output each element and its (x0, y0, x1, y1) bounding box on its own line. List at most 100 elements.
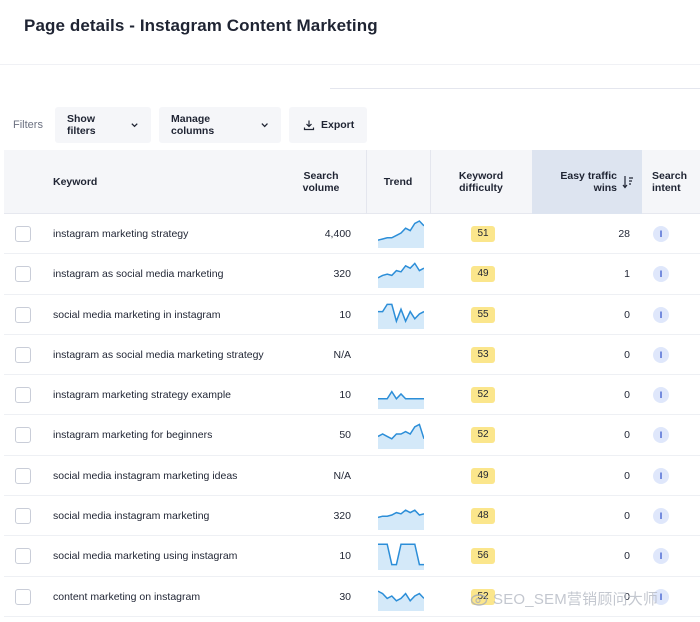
keyword-link[interactable]: social media marketing in instagram (53, 309, 221, 321)
trend-sparkline (378, 262, 424, 289)
easy-traffic-wins-value: 0 (624, 510, 630, 523)
search-volume-value: 10 (339, 389, 351, 402)
keyword-difficulty-badge: 52 (471, 387, 495, 404)
trend-sparkline (378, 303, 424, 329)
row-checkbox[interactable] (15, 387, 31, 404)
search-intent-badge[interactable]: I (653, 346, 669, 363)
keyword-link[interactable]: instagram marketing strategy example (53, 389, 231, 401)
search-volume-value: 320 (333, 510, 351, 523)
search-intent-badge[interactable]: I (653, 387, 669, 404)
weibo-logo-icon (470, 594, 488, 606)
search-intent-badge[interactable]: I (653, 508, 669, 525)
column-header-trend[interactable]: Trend (378, 150, 418, 214)
easy-traffic-wins-value: 0 (624, 389, 630, 402)
keyword-difficulty-badge: 48 (471, 508, 495, 525)
search-intent-badge[interactable]: I (653, 548, 669, 565)
trend-sparkline (378, 543, 424, 571)
table-row: instagram marketing strategy 4,400 51 28 I (4, 214, 700, 255)
keyword-link[interactable]: content marketing on instagram (53, 591, 200, 603)
trend-sparkline (378, 509, 424, 531)
column-header-keyword[interactable]: Keyword (53, 150, 97, 214)
row-checkbox[interactable] (15, 306, 31, 323)
easy-traffic-wins-label: Easy traffic wins (560, 170, 617, 194)
show-filters-button[interactable]: Show filters (55, 107, 151, 143)
download-icon (303, 120, 315, 131)
row-checkbox[interactable] (15, 226, 31, 242)
table-row: instagram marketing strategy example 10 52… (4, 375, 700, 416)
trend-sparkline (378, 423, 424, 450)
keyword-link[interactable]: instagram as social media marketing stra… (53, 349, 264, 361)
table-row: social media marketing in instagram 10 55 0… (4, 295, 700, 335)
easy-traffic-wins-value: 1 (624, 268, 630, 281)
search-intent-badge[interactable]: I (653, 467, 669, 484)
row-checkbox[interactable] (15, 427, 31, 444)
column-header-keyword-difficulty[interactable]: Keyword difficulty (448, 150, 514, 214)
row-checkbox[interactable] (15, 508, 31, 525)
watermark-text: SEO_SEM营销顾问大师 (493, 591, 659, 608)
trend-area (378, 221, 424, 248)
watermark: SEO_SEM营销顾问大师 (470, 588, 658, 609)
manage-columns-button[interactable]: Manage columns (159, 107, 281, 143)
table-row: instagram marketing for beginners 50 52 0 I (4, 415, 700, 456)
keyword-link[interactable]: instagram marketing for beginners (53, 429, 212, 441)
divider (0, 64, 700, 65)
row-checkbox[interactable] (15, 346, 31, 363)
search-intent-badge[interactable]: I (653, 226, 669, 242)
easy-traffic-wins-value: 28 (618, 228, 630, 240)
keyword-link[interactable]: instagram marketing strategy (53, 228, 188, 240)
easy-traffic-wins-value: 0 (624, 550, 630, 563)
easy-traffic-wins-value: 0 (624, 348, 630, 361)
search-volume-value: 50 (339, 429, 351, 442)
keyword-difficulty-badge: 49 (471, 266, 495, 283)
search-intent-badge[interactable]: I (653, 266, 669, 283)
show-filters-label: Show filters (67, 113, 96, 137)
keyword-difficulty-badge: 49 (471, 467, 495, 484)
filters-bar: Filters Show filters Manage columns Expo… (0, 106, 700, 144)
column-divider (366, 150, 367, 214)
keyword-link[interactable]: instagram as social media marketing (53, 268, 223, 280)
chevron-down-icon (131, 123, 138, 128)
search-volume-value: 10 (339, 550, 351, 563)
column-header-search-volume[interactable]: Search volume (296, 150, 346, 214)
manage-columns-label: Manage columns (171, 113, 215, 137)
keyword-difficulty-badge: 53 (471, 346, 495, 363)
easy-traffic-wins-value: 0 (624, 308, 630, 321)
keyword-link[interactable]: social media instagram marketing (53, 510, 209, 522)
row-checkbox[interactable] (15, 548, 31, 565)
export-button[interactable]: Export (289, 107, 367, 143)
column-divider (430, 150, 431, 214)
search-intent-badge[interactable]: I (653, 427, 669, 444)
keyword-table: Keyword Search volume Trend Keyword diff… (4, 150, 700, 617)
keyword-difficulty-badge: 51 (471, 226, 495, 242)
table-row: social media marketing using instagram 10… (4, 536, 700, 577)
export-label: Export (321, 119, 355, 131)
table-body: instagram marketing strategy 4,400 51 28 Iin… (4, 214, 700, 617)
keyword-difficulty-badge: 55 (471, 306, 495, 323)
search-volume-value: 320 (333, 268, 351, 281)
row-checkbox[interactable] (15, 266, 31, 283)
table-row: instagram as social media marketing stra… (4, 335, 700, 376)
table-row: social media instagram marketing 320 48 0 I (4, 496, 700, 537)
keyword-link[interactable]: social media instagram marketing ideas (53, 470, 237, 482)
row-checkbox[interactable] (15, 588, 31, 605)
trend-area (378, 424, 424, 450)
chevron-down-icon (261, 123, 268, 128)
search-volume-value: N/A (333, 348, 351, 361)
page-title: Page details - Instagram Content Marketi… (24, 16, 378, 35)
divider (330, 88, 700, 89)
filters-label: Filters (13, 119, 43, 131)
keyword-link[interactable]: social media marketing using instagram (53, 550, 237, 562)
search-volume-value: 10 (339, 308, 351, 321)
keyword-difficulty-badge: 56 (471, 548, 495, 565)
search-volume-value: N/A (333, 469, 351, 482)
easy-traffic-wins-value: 0 (624, 469, 630, 482)
column-header-search-intent[interactable]: Search intent (652, 150, 700, 214)
sort-descending-icon (622, 176, 633, 189)
search-volume-value: 30 (339, 590, 351, 603)
table-row: instagram as social media marketing 320 49… (4, 254, 700, 295)
row-checkbox[interactable] (15, 467, 31, 484)
column-header-easy-traffic-wins[interactable]: Easy traffic wins (532, 150, 642, 214)
search-intent-badge[interactable]: I (653, 306, 669, 323)
trend-sparkline (378, 590, 424, 611)
table-header: Keyword Search volume Trend Keyword diff… (4, 150, 700, 214)
